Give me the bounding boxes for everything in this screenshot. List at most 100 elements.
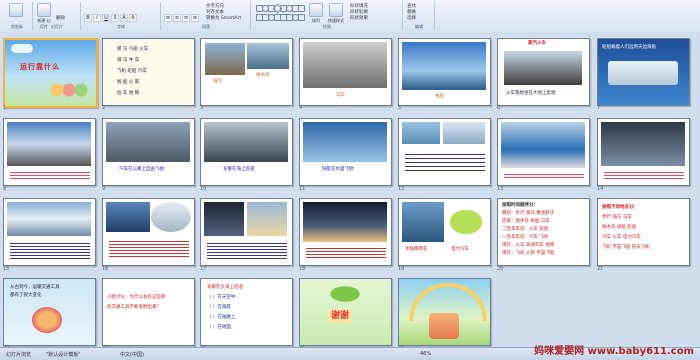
slide-number: 2 xyxy=(102,105,106,111)
slide-line: 步行 骑马 马车 xyxy=(602,215,632,220)
italic-button[interactable]: I xyxy=(93,14,101,22)
slide-text xyxy=(504,172,584,180)
slide-thumbnail[interactable]: 轿 马 汽船 火车 骑 马 牛 车 飞机 轮船 汽车 帆 船 火 箭 拉 车 地… xyxy=(102,38,195,106)
editing-group: 查找 替换 选择 编辑 xyxy=(404,2,435,30)
quick-styles-button[interactable]: 快速样式 xyxy=(328,3,344,25)
slide-line: 都有了很大变化 xyxy=(10,293,42,298)
horse-cart-image xyxy=(303,42,387,88)
status-view: 幻灯片浏览 xyxy=(6,352,32,358)
slide-caption: 帆船 xyxy=(435,94,444,99)
slide-thumbnail[interactable]: 军舰在海上巡逻 xyxy=(200,118,293,186)
slide-number: 21 xyxy=(597,266,604,272)
char-spacing-button[interactable]: A xyxy=(120,14,128,22)
drawing-group: 排列 快速样式 形状填充 形状轮廓 形状效果 绘图 xyxy=(252,2,403,30)
slide-title: 运行靠什么 xyxy=(20,63,60,71)
status-bar: 幻灯片浏览 "默认设计模板" 中文(中国) 46% 妈咪爱婴网 www.baby… xyxy=(0,346,700,360)
slide-text xyxy=(604,170,684,180)
slide-thumbnail[interactable]: 快艇在水面飞驰 xyxy=(299,118,392,186)
align-center-button[interactable]: ≡ xyxy=(173,14,181,22)
quick-styles-icon xyxy=(329,3,343,17)
slide-line: 拉 车 地 铁 xyxy=(117,91,140,96)
bold-button[interactable]: B xyxy=(84,14,92,22)
underline-button[interactable]: U xyxy=(102,14,110,22)
slide-thumbnail[interactable] xyxy=(200,198,293,266)
new-slide-button[interactable]: 新建 幻灯片 xyxy=(36,3,52,29)
slide-thumbnail[interactable]: 轮船载着人们远到天边海角 xyxy=(597,38,690,106)
horse-rider-image xyxy=(205,43,245,75)
slide-thumbnail[interactable]: 帆船 xyxy=(398,38,491,106)
slide-line: 小组讨论，为什么会有这些新 xyxy=(107,295,166,300)
slide-line: 后来：独木舟 帆船 马车 xyxy=(502,219,550,224)
slide-thumbnail[interactable] xyxy=(102,198,195,266)
strike-button[interactable]: S xyxy=(111,14,119,22)
slide-line: 独木舟 帆船 轮船 xyxy=(602,225,637,230)
slide-thumbnail[interactable]: 从古到今，运输交通工具 都有了很大变化 xyxy=(3,278,96,346)
arrange-button[interactable]: 排列 xyxy=(308,3,324,25)
align-left-button[interactable]: ≡ xyxy=(164,14,172,22)
slide-number: 11 xyxy=(299,186,306,192)
clipboard-label: 剪贴板 xyxy=(11,24,23,29)
slide-number: 6 xyxy=(497,105,501,111)
slide-thumbnail[interactable]: 军舰在大海上巡逻 （ ）在天空中 （ ）在海底 （ ）在陆路上 （ ）在地面 xyxy=(200,278,293,346)
slide-thumbnail[interactable] xyxy=(3,118,96,186)
sailboat-image xyxy=(402,42,486,90)
align-right-button[interactable]: ≡ xyxy=(182,14,190,22)
slide-thumbnail[interactable] xyxy=(497,118,590,186)
slide-title: 蒸汽火车 xyxy=(528,41,546,46)
slide-line: （ ）在海底 xyxy=(207,305,231,310)
slide-title: 谢谢 xyxy=(328,309,353,323)
maglev-image xyxy=(7,202,91,236)
slide-caption: 快艇在水面飞驰 xyxy=(322,167,354,172)
shape-effects-button[interactable]: 形状效果 xyxy=(350,16,368,22)
concept-car-image xyxy=(151,202,191,232)
select-button[interactable]: 选择 xyxy=(407,16,416,22)
slide-thumbnail[interactable] xyxy=(597,118,690,186)
electric-car-image xyxy=(446,207,486,237)
cartoon-house-image xyxy=(429,313,459,339)
cloud-shape xyxy=(11,44,33,53)
slide-thumbnail[interactable]: 水陆两用车 电力汽车 xyxy=(398,198,491,266)
slide-thumbnail[interactable] xyxy=(3,198,96,266)
slide-caption: 火车我想坐在大地上奔驰 xyxy=(506,91,556,96)
slide-thumbnail[interactable] xyxy=(398,118,491,186)
arrange-icon xyxy=(309,3,323,17)
slide-thumbnail[interactable] xyxy=(299,198,392,266)
slide-text xyxy=(306,246,386,260)
justify-button[interactable]: ≡ xyxy=(191,14,199,22)
slide-number: 8 xyxy=(3,186,7,192)
paste-icon xyxy=(9,3,23,17)
slide-thumbnail[interactable]: 谢谢 xyxy=(299,278,392,346)
slide-text xyxy=(10,170,90,180)
rocket-launch-image xyxy=(247,202,287,236)
zoom-level[interactable]: 46% xyxy=(420,351,431,357)
slide-thumbnail[interactable]: 按照时间顺序分： 最初：步行 骑马 乘坐轿子 后来：独木舟 帆船 马车 二百多年… xyxy=(497,198,590,266)
font-color-button[interactable]: A xyxy=(129,14,137,22)
slide-thumbnail[interactable]: 汽车在公路上自由飞驰 xyxy=(102,118,195,186)
paste-button[interactable] xyxy=(8,3,24,25)
airliner-image xyxy=(443,122,485,144)
slide-line: 汽车 火车 电力汽车 xyxy=(602,235,641,240)
slide-number: 14 xyxy=(597,186,604,192)
slide-number: 5 xyxy=(398,105,402,111)
delete-button[interactable]: 删除 xyxy=(56,16,65,22)
slide-thumbnail[interactable]: 蒸汽火车 火车我想坐在大地上奔驰 xyxy=(497,38,590,106)
slide-thumbnail[interactable]: 按照不同地点分： 步行 骑马 马车 独木舟 帆船 轮船 汽车 火车 电力汽车 飞… xyxy=(597,198,690,266)
slide-text xyxy=(207,241,287,259)
shapes-gallery[interactable] xyxy=(256,3,305,23)
slides-label: 幻灯片 xyxy=(51,24,63,29)
slide-line: 一百多年前：汽车 飞机 xyxy=(502,235,549,240)
slide-number: 18 xyxy=(299,266,306,272)
slide-line: 军舰在大海上巡逻 xyxy=(207,285,243,290)
slide-thumbnail[interactable]: 马车 xyxy=(299,38,392,106)
frog-image xyxy=(328,285,362,303)
slide-thumbnail[interactable]: 骑马 独木舟 xyxy=(200,38,293,106)
slide-line: （ ）在地面 xyxy=(207,325,231,330)
slide-line: 二百多年前：火车 轮船 xyxy=(502,227,549,232)
slide-number: 17 xyxy=(200,266,207,272)
slide-caption: 军舰在海上巡逻 xyxy=(223,167,255,172)
smartart-button[interactable]: 转换为 SmartArt xyxy=(206,16,241,22)
slide-line: 现在：火车 高速列车 地铁 xyxy=(502,243,555,248)
slide-thumbnail[interactable]: 小组讨论，为什么会有这些新 的交通工具不断发明出来？ xyxy=(102,278,195,346)
slide-thumbnail[interactable] xyxy=(398,278,491,346)
slide-thumbnail[interactable]: 运行靠什么 xyxy=(3,38,98,108)
